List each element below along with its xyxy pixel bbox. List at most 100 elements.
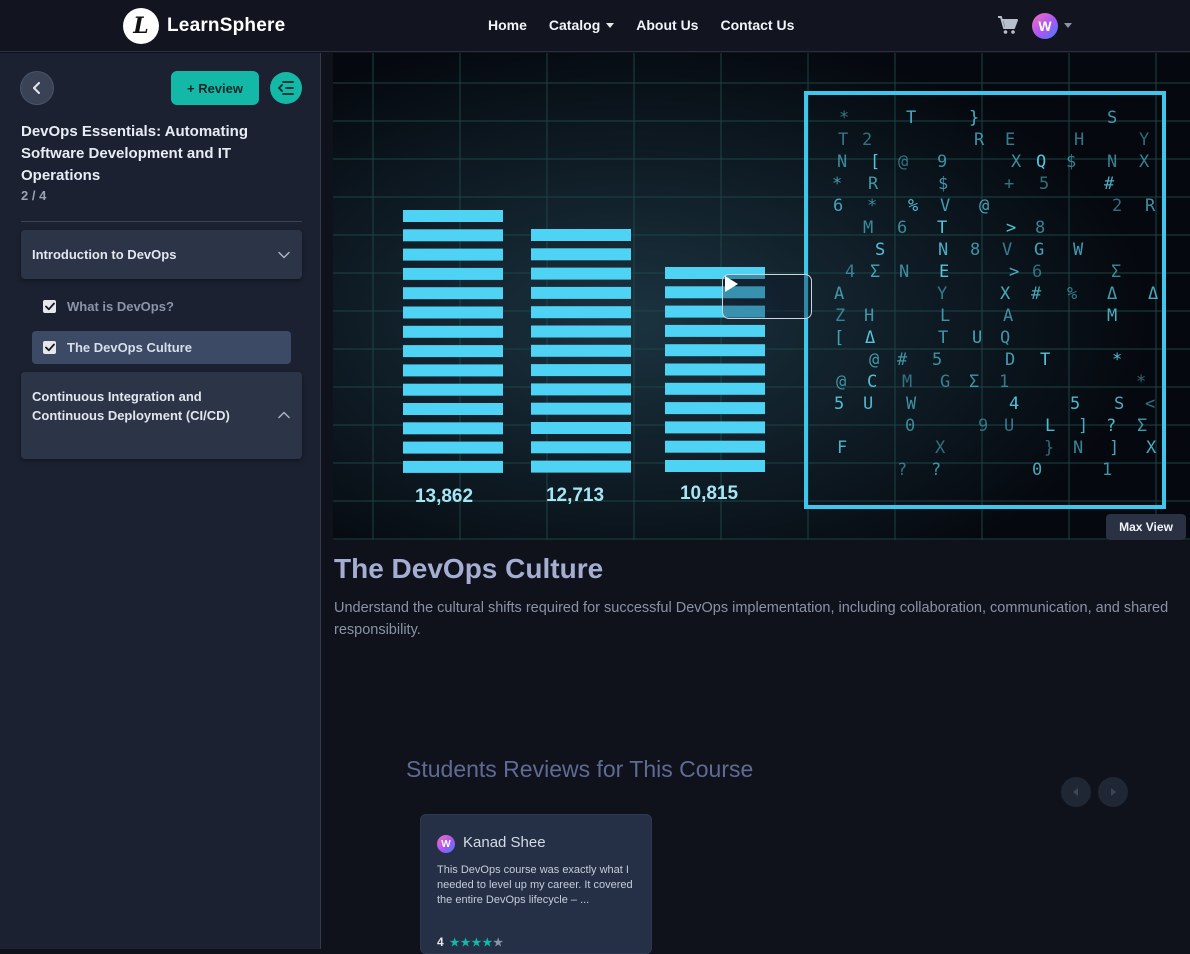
glyph: X [1011, 152, 1022, 172]
add-review-button[interactable]: + Review [171, 71, 259, 105]
glyph: 4 [1009, 394, 1019, 414]
glyph: F [837, 438, 847, 458]
bar-segment [665, 440, 765, 453]
nav-contact-label: Contact Us [720, 17, 795, 33]
glyph: Y [937, 284, 947, 304]
glyph: R [974, 130, 985, 150]
nav-home[interactable]: Home [488, 17, 527, 33]
glyph: S [1114, 394, 1124, 414]
nav-catalog[interactable]: Catalog [549, 17, 615, 33]
glyph: M [863, 218, 873, 238]
chevron-left-icon [33, 82, 40, 94]
reviews-next-button[interactable] [1098, 777, 1128, 807]
glyph: Z [835, 306, 845, 326]
chart-bar-label: 13,862 [415, 486, 473, 507]
reviews-prev-button[interactable] [1061, 777, 1091, 807]
glyph: Σ [1111, 262, 1121, 282]
glyph: H [864, 306, 874, 326]
video-player[interactable]: * T N * 6 4 A Z[@5 F 2[R * M S Σ H Δ @ C U T @% 6 N # M W 0? 9 $ V T N E… [333, 53, 1190, 540]
glyph: T [937, 218, 947, 238]
glyph: > [1009, 262, 1019, 282]
glyph: @ [869, 350, 879, 370]
rating-stars: ★ ★ ★ ★ ★ [450, 936, 503, 949]
glyph: 6 [1032, 262, 1042, 282]
section-introduction-to-devops[interactable]: Introduction to DevOps [21, 230, 302, 279]
sidebar-toggle-button[interactable] [270, 72, 302, 104]
glyph: + [1004, 174, 1014, 194]
avatar-dropdown-icon[interactable] [1064, 23, 1072, 28]
checkmark-icon [44, 343, 55, 352]
bar-segment [531, 422, 631, 434]
glyph: Σ [870, 262, 880, 282]
glyph: M [902, 372, 912, 392]
glyph: T [938, 328, 948, 348]
back-button[interactable] [21, 72, 53, 104]
glyph: 1 [1102, 460, 1112, 480]
lesson-checkbox[interactable] [43, 300, 56, 313]
section-title: Introduction to DevOps [32, 247, 177, 262]
star-icon: ★ [482, 936, 493, 949]
nav-contact-us[interactable]: Contact Us [720, 17, 794, 33]
user-avatar[interactable]: W [1032, 13, 1058, 39]
glyph: G [1034, 240, 1044, 260]
glyph: > [1006, 218, 1016, 238]
section-ci-cd[interactable]: Continuous Integration and Continuous De… [21, 372, 302, 459]
glyph: * [1136, 372, 1146, 392]
glyph: S [1107, 108, 1117, 128]
chart-bar-label: 10,815 [680, 483, 739, 504]
caret-left-icon [1073, 788, 1078, 796]
lesson-title: The DevOps Culture [334, 553, 604, 584]
section-title: Continuous Integration and Continuous De… [32, 389, 230, 423]
max-view-button[interactable]: Max View [1106, 514, 1186, 540]
lesson-checkbox[interactable] [43, 341, 56, 354]
glyph: 9 [978, 416, 988, 436]
glyph: 8 [1035, 218, 1045, 238]
play-icon [725, 276, 738, 292]
glyph: M [1107, 306, 1117, 326]
star-icon: ★ [493, 936, 504, 949]
glyph: N [938, 240, 948, 260]
glyph: D [1005, 350, 1015, 370]
bar-segment [665, 382, 765, 395]
glyph: } [969, 108, 979, 128]
glyph: ? [931, 460, 941, 480]
glyph: @ [898, 152, 908, 172]
play-button[interactable] [722, 274, 812, 319]
glyph: # [1031, 284, 1042, 304]
glyph: Σ [1137, 416, 1147, 436]
bar-segment [403, 345, 503, 358]
glyph: V [940, 196, 950, 216]
glyph: * [839, 108, 849, 128]
bar-segment [403, 210, 503, 222]
glyph: 6 [833, 196, 843, 216]
bar-segment [531, 364, 631, 377]
lesson-what-is-devops[interactable]: What is DevOps? [32, 290, 291, 323]
course-title: DevOps Essentials: Automating Software D… [21, 123, 248, 184]
bar-segment [403, 364, 503, 377]
glyph: 5 [1039, 174, 1049, 194]
glyph: 1 [999, 372, 1009, 392]
reviews-heading: Students Reviews for This Course [406, 756, 754, 782]
glyph: % [908, 196, 918, 216]
bar-segment [531, 229, 631, 241]
glyph: # [897, 350, 908, 370]
bar-segment [531, 286, 631, 299]
cart-icon[interactable] [997, 15, 1019, 35]
bar-segment [531, 441, 631, 454]
sidebar-divider [21, 221, 302, 222]
brand-name: LearnSphere [167, 15, 286, 36]
nav-about-us[interactable]: About Us [636, 17, 698, 33]
glyph: * [867, 196, 877, 216]
glyph: N [1073, 438, 1083, 458]
glyph: T [906, 108, 916, 128]
caret-right-icon [1111, 788, 1116, 796]
bar-segment [531, 344, 631, 357]
glyph: [ [834, 328, 844, 348]
brand-logo[interactable]: L LearnSphere [123, 8, 285, 44]
glyph: ] [1109, 438, 1119, 458]
bar-segment [531, 306, 631, 319]
glyph: W [1073, 240, 1084, 260]
lesson-the-devops-culture[interactable]: The DevOps Culture [32, 331, 291, 364]
glyph: U [863, 394, 873, 414]
glyph: Y [1139, 130, 1149, 150]
